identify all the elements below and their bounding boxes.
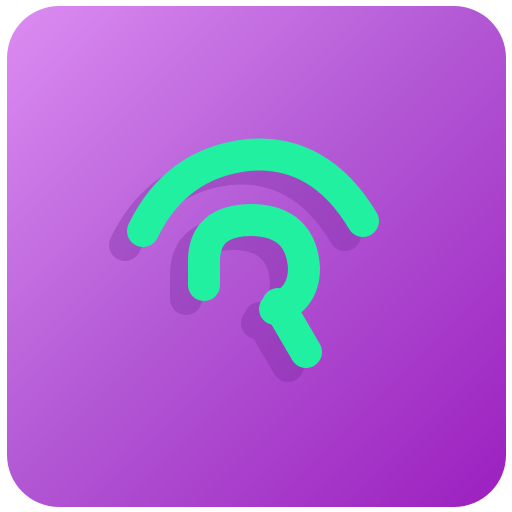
app-icon-tile[interactable] <box>7 6 506 507</box>
